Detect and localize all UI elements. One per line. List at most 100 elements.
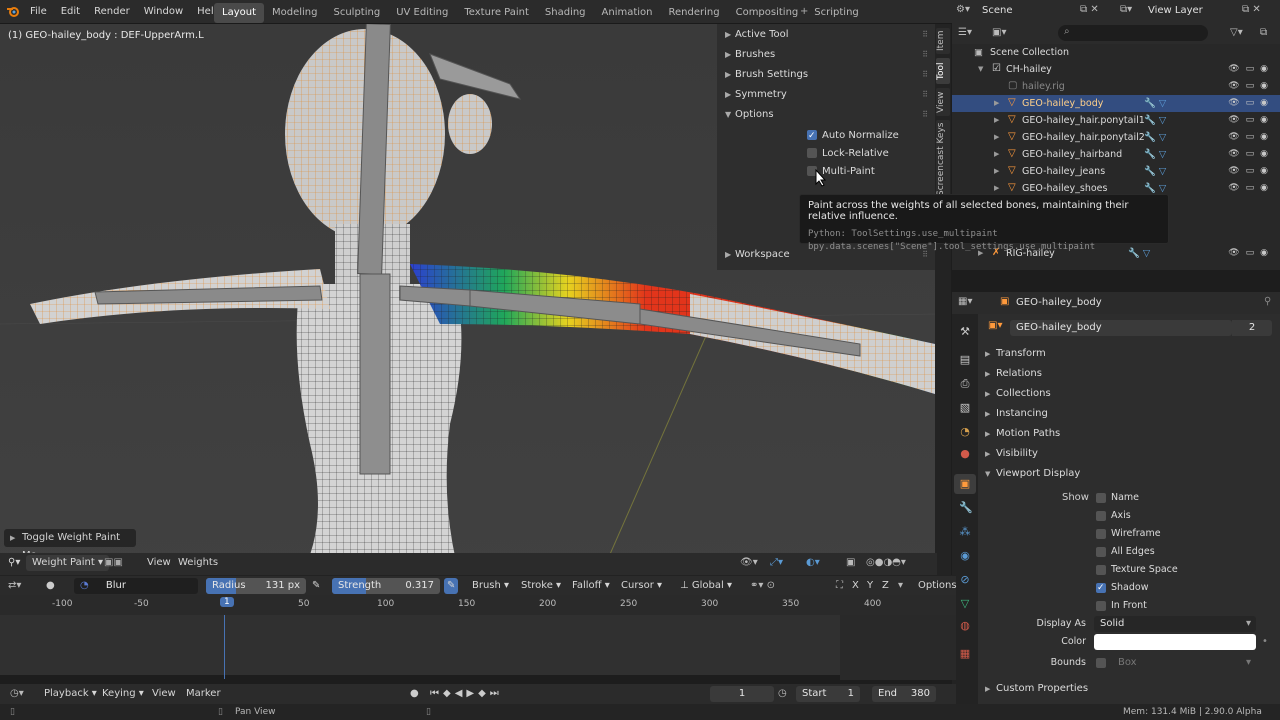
world-tab-icon[interactable]: ●: [959, 448, 971, 460]
visibility-toggle-icons[interactable]: 👁▭◉: [1228, 180, 1274, 197]
orientation-select[interactable]: ⊥ Global ▾: [680, 578, 732, 594]
menu-window[interactable]: Window: [137, 0, 190, 24]
show-all-edges-option[interactable]: All Edges: [1096, 544, 1155, 560]
timeline-editor-icon[interactable]: ◷▾: [10, 686, 24, 702]
tool-tab-icon[interactable]: ⚒: [959, 326, 971, 338]
drag-handle-icon[interactable]: ⠿: [922, 65, 929, 85]
drag-handle-icon[interactable]: ⠿: [922, 105, 929, 125]
collapsed-triangle-icon[interactable]: ▶: [994, 112, 999, 129]
option-auto-normalize[interactable]: Auto Normalize: [807, 127, 899, 145]
outliner-item-geo-hailey-hairband[interactable]: ▶ ▽ GEO-hailey_hairband 🔧 ▽ 👁▭◉: [952, 146, 1280, 163]
playback-controls-icons[interactable]: ⏮◆◀▶◆⏭: [430, 686, 503, 702]
workspace-tab-uv-editing[interactable]: UV Editing: [388, 3, 456, 23]
visibility-toggle-icons[interactable]: 👁▭◉: [1228, 245, 1274, 262]
checkbox[interactable]: [1096, 564, 1106, 575]
outliner-item-geo-hailey-hair-ponytail1[interactable]: ▶ ▽ GEO-hailey_hair.ponytail1 🔧 ▽ 👁▭◉: [952, 112, 1280, 129]
xray-icon[interactable]: ▣: [846, 555, 855, 571]
view-menu[interactable]: View: [147, 555, 171, 571]
visibility-icon[interactable]: 👁▾: [740, 555, 758, 571]
section-motion-paths[interactable]: ▶ Motion Paths: [978, 424, 1280, 444]
last-operator-panel[interactable]: ▶ Toggle Weight Paint Mo: [4, 529, 136, 561]
properties-editor-icon[interactable]: ▦▾: [958, 296, 972, 307]
filter-icon[interactable]: ▽▾: [1230, 27, 1243, 38]
checkbox[interactable]: [807, 148, 817, 158]
timeline-ruler[interactable]: -100 -50 1 50 100 150 200 250 300 350 400: [0, 595, 956, 615]
show-wireframe-option[interactable]: Wireframe: [1096, 526, 1161, 542]
workspace-tab-scripting[interactable]: Scripting: [806, 3, 866, 23]
workspace-tab-shading[interactable]: Shading: [537, 3, 594, 23]
show-in-front-option[interactable]: In Front: [1096, 598, 1147, 614]
checkbox[interactable]: [807, 127, 817, 145]
visibility-toggle-icons[interactable]: 👁▭◉: [1228, 61, 1274, 78]
mirror-y[interactable]: Y: [867, 578, 873, 594]
scene-copy-icon[interactable]: ⧉ ✕: [1080, 4, 1099, 15]
view-layer-tab-icon[interactable]: ▧: [959, 402, 971, 414]
render-tab-icon[interactable]: ▤: [959, 354, 971, 366]
panel-options[interactable]: ▼ Options ⠿: [717, 105, 935, 125]
checkbox[interactable]: [1096, 580, 1106, 596]
object-tab-icon[interactable]: ▣: [959, 478, 971, 490]
custom-properties-section[interactable]: ▶ Custom Properties: [978, 679, 1280, 699]
section-transform[interactable]: ▶ Transform: [978, 344, 1280, 364]
bounds-select[interactable]: Box ▾: [1112, 655, 1256, 671]
brush-select[interactable]: ◔ Blur: [74, 578, 198, 594]
visibility-toggle-icons[interactable]: 👁▭◉: [1228, 163, 1274, 180]
panel-brushes[interactable]: ▶ Brushes ⠿: [717, 45, 935, 65]
section-instancing[interactable]: ▶ Instancing: [978, 404, 1280, 424]
constraints-tab-icon[interactable]: ⊘: [959, 574, 971, 586]
end-frame-field[interactable]: End 380: [872, 686, 936, 702]
data-tab-icon[interactable]: ▽: [959, 598, 971, 610]
tool-icon[interactable]: ⇄▾: [8, 578, 21, 594]
display-as-select[interactable]: Solid ▾: [1094, 616, 1256, 632]
workspace-tab-rendering[interactable]: Rendering: [661, 3, 728, 23]
overlay-icon[interactable]: ◐▾: [806, 555, 820, 571]
strength-pressure-icon[interactable]: ✎: [444, 578, 459, 594]
checkbox[interactable]: [1096, 510, 1106, 521]
keyframe-dot-icon[interactable]: •: [1262, 636, 1268, 647]
object-name-field[interactable]: GEO-hailey_body: [1010, 320, 1232, 336]
drag-handle-icon[interactable]: ⠿: [922, 85, 929, 105]
option-lock-relative[interactable]: Lock-Relative: [807, 145, 889, 163]
checkbox[interactable]: [1096, 546, 1106, 557]
mode-select[interactable]: Weight Paint ▾: [26, 555, 109, 571]
mirror-z[interactable]: Z: [882, 578, 889, 594]
add-workspace-icon[interactable]: +: [800, 0, 808, 24]
collapsed-triangle-icon[interactable]: ▶: [994, 163, 999, 180]
strength-field[interactable]: Strength 0.317: [332, 578, 440, 594]
outliner-item-ch-hailey[interactable]: ▼ ☑ CH-hailey 👁▭◉: [952, 61, 1280, 78]
workspace-tab-animation[interactable]: Animation: [594, 3, 661, 23]
new-collection-icon[interactable]: ⧉: [1260, 27, 1267, 38]
outliner-item-geo-hailey-body[interactable]: ▶ ▽ GEO-hailey_body 🔧 ▽ 👁▭◉: [952, 95, 1280, 112]
outliner-editor-icon[interactable]: ☰▾: [958, 27, 972, 38]
color-swatch[interactable]: [1094, 634, 1256, 650]
editor-type-icon[interactable]: ⚲▾: [8, 555, 20, 571]
section-viewport-display[interactable]: ▼ Viewport Display: [978, 464, 1280, 484]
record-icon[interactable]: ●: [410, 686, 419, 702]
workspace-tab-texture-paint[interactable]: Texture Paint: [456, 3, 537, 23]
show-name-option[interactable]: Name: [1096, 490, 1139, 506]
cursor-menu[interactable]: Cursor ▾: [621, 578, 662, 594]
tab-tool[interactable]: Tool: [936, 58, 950, 84]
texture-tab-icon[interactable]: ▦: [959, 648, 971, 660]
options-menu[interactable]: Options: [918, 578, 957, 594]
view-layer-icon[interactable]: ⧉▾: [1120, 4, 1132, 15]
workspace-tab-compositing[interactable]: Compositing: [728, 3, 807, 23]
visibility-toggle-icons[interactable]: 👁▭◉: [1228, 112, 1274, 129]
outliner-item-hailey-rig[interactable]: ▢ hailey.rig 👁▭◉: [952, 78, 1280, 95]
menu-edit[interactable]: Edit: [54, 0, 87, 24]
checkbox[interactable]: [1096, 600, 1106, 611]
show-shadow-option[interactable]: Shadow: [1096, 580, 1149, 596]
drag-handle-icon[interactable]: ⠿: [922, 25, 929, 45]
playback-menu[interactable]: Playback ▾: [44, 686, 97, 702]
panel-brush-settings[interactable]: ▶ Brush Settings ⠿: [717, 65, 935, 85]
outliner-item-geo-hailey-jeans[interactable]: ▶ ▽ GEO-hailey_jeans 🔧 ▽ 👁▭◉: [952, 163, 1280, 180]
panel-active-tool[interactable]: ▶ Active Tool ⠿: [717, 25, 935, 45]
bounds-checkbox[interactable]: [1096, 658, 1106, 668]
falloff-menu[interactable]: Falloff ▾: [572, 578, 610, 594]
preview-range-icon[interactable]: ◷: [778, 686, 787, 702]
collapsed-triangle-icon[interactable]: ▶: [994, 146, 999, 163]
stroke-menu[interactable]: Stroke ▾: [521, 578, 561, 594]
keying-menu[interactable]: Keying ▾: [102, 686, 144, 702]
gizmo-icon[interactable]: ⤢▾: [770, 555, 783, 571]
outliner-item-geo-hailey-hair-ponytail2[interactable]: ▶ ▽ GEO-hailey_hair.ponytail2 🔧 ▽ 👁▭◉: [952, 129, 1280, 146]
